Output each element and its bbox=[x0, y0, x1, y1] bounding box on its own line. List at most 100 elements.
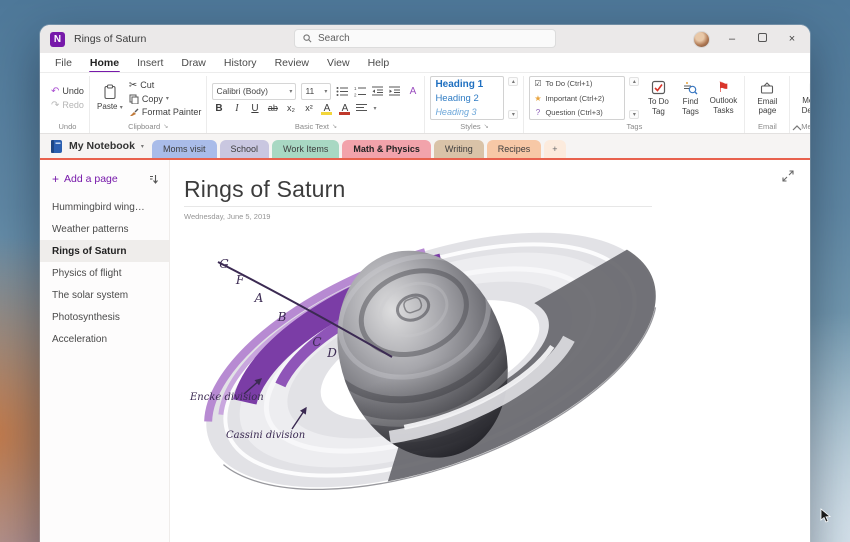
search-input[interactable]: Search bbox=[294, 29, 556, 48]
tags-scroll-down[interactable]: ▾ bbox=[629, 110, 639, 119]
menu-help[interactable]: Help bbox=[367, 55, 391, 71]
styles-scroll-up[interactable]: ▴ bbox=[508, 77, 518, 86]
page-canvas[interactable]: Rings of Saturn Wednesday, June 5, 2019 bbox=[170, 160, 810, 542]
subscript-button[interactable]: x₂ bbox=[284, 103, 297, 113]
email-group-label: Email bbox=[750, 120, 784, 133]
style-heading3[interactable]: Heading 3 bbox=[435, 107, 499, 117]
todo-tag-button[interactable]: To Do Tag bbox=[643, 79, 673, 116]
bold-button[interactable]: B bbox=[212, 103, 225, 114]
section-tab-math-physics[interactable]: Math & Physics bbox=[342, 140, 431, 158]
tag-important[interactable]: ★Important (Ctrl+2) bbox=[533, 94, 621, 103]
ring-label-f: F bbox=[235, 273, 245, 287]
format-painter-button[interactable]: Format Painter bbox=[129, 107, 202, 117]
find-tags-button[interactable]: Find Tags bbox=[677, 79, 703, 116]
menu-draw[interactable]: Draw bbox=[180, 55, 207, 71]
page-item[interactable]: Physics of flight bbox=[40, 262, 169, 284]
email-page-button[interactable]: Email page bbox=[750, 80, 784, 116]
add-section-button[interactable]: + bbox=[544, 140, 565, 158]
find-tags-icon bbox=[683, 80, 698, 95]
menu-home[interactable]: Home bbox=[89, 55, 120, 71]
expand-icon bbox=[782, 170, 794, 182]
ring-label-c: C bbox=[312, 335, 321, 349]
page-item[interactable]: Hummingbird wing… bbox=[40, 196, 169, 218]
ribbon-group-clipboard: Paste ▾ ✂Cut Copy▾ Format Painter Clipbo… bbox=[90, 76, 208, 133]
ring-label-a: A bbox=[254, 291, 264, 305]
account-avatar[interactable] bbox=[693, 31, 710, 48]
tags-scroll-up[interactable]: ▴ bbox=[629, 77, 639, 86]
maximize-icon bbox=[758, 33, 767, 42]
svg-text:1: 1 bbox=[354, 86, 357, 91]
menu-history[interactable]: History bbox=[223, 55, 258, 71]
copy-button[interactable]: Copy▾ bbox=[129, 94, 202, 104]
notebook-bar: My Notebook ▾ Moms visit School Work Ite… bbox=[40, 134, 810, 158]
paste-button[interactable]: Paste ▾ bbox=[95, 83, 125, 113]
sort-pages-button[interactable] bbox=[149, 174, 159, 184]
title-divider bbox=[184, 206, 652, 207]
styles-scroll-down[interactable]: ▾ bbox=[508, 110, 518, 119]
menu-review[interactable]: Review bbox=[274, 55, 310, 71]
italic-button[interactable]: I bbox=[230, 103, 243, 114]
font-color-button[interactable]: A bbox=[338, 103, 351, 114]
strikethrough-button[interactable]: ab bbox=[266, 103, 279, 113]
collapse-ribbon-button[interactable] bbox=[792, 125, 802, 131]
styles-gallery[interactable]: Heading 1 Heading 2 Heading 3 bbox=[430, 76, 504, 120]
basic-text-dialog-launcher[interactable]: ↘ bbox=[332, 123, 337, 130]
align-icon[interactable] bbox=[356, 103, 368, 113]
section-tab-moms-visit[interactable]: Moms visit bbox=[152, 140, 217, 158]
close-button[interactable]: × bbox=[784, 33, 800, 45]
encke-division-label: Encke division bbox=[189, 392, 264, 403]
svg-text:2: 2 bbox=[354, 92, 357, 97]
clear-formatting-button[interactable]: A bbox=[406, 86, 419, 97]
menu-file[interactable]: File bbox=[54, 55, 73, 71]
font-name-select[interactable]: Calibri (Body)▾ bbox=[212, 83, 296, 100]
numbered-list-icon[interactable]: 12 bbox=[354, 86, 367, 97]
superscript-button[interactable]: x² bbox=[302, 103, 315, 113]
undo-button[interactable]: ↶Undo bbox=[51, 86, 84, 97]
add-page-button[interactable]: + Add a page bbox=[40, 168, 169, 196]
plus-icon: + bbox=[52, 172, 59, 186]
underline-button[interactable]: U bbox=[248, 103, 261, 114]
bullet-list-icon[interactable] bbox=[336, 86, 349, 97]
styles-dialog-launcher[interactable]: ↘ bbox=[484, 123, 489, 130]
section-tab-writing[interactable]: Writing bbox=[434, 140, 484, 158]
onenote-logo-icon: N bbox=[50, 32, 65, 47]
section-tab-work-items[interactable]: Work Items bbox=[272, 140, 339, 158]
maximize-button[interactable] bbox=[754, 33, 770, 45]
page-item[interactable]: Weather patterns bbox=[40, 218, 169, 240]
redo-button[interactable]: ↷Redo bbox=[51, 100, 84, 111]
page-title[interactable]: Rings of Saturn bbox=[184, 176, 346, 203]
menu-bar: File Home Insert Draw History Review Vie… bbox=[40, 53, 810, 72]
saturn-rings bbox=[180, 230, 689, 541]
highlight-button[interactable]: A bbox=[320, 103, 333, 114]
tag-todo[interactable]: ☑To Do (Ctrl+1) bbox=[533, 79, 621, 88]
chevron-up-icon bbox=[792, 125, 802, 131]
menu-view[interactable]: View bbox=[326, 55, 351, 71]
page-item[interactable]: Acceleration bbox=[40, 328, 169, 350]
minimize-button[interactable]: – bbox=[724, 33, 740, 45]
ribbon-group-undo: ↶Undo ↷Redo Undo bbox=[46, 76, 90, 133]
undo-group-label: Undo bbox=[51, 120, 84, 133]
clipboard-group-label: Clipboard bbox=[128, 122, 160, 131]
full-page-view-button[interactable] bbox=[782, 170, 794, 182]
outlook-tasks-button[interactable]: ⚑ Outlook Tasks bbox=[707, 80, 739, 115]
notebook-switcher[interactable]: My Notebook ▾ bbox=[50, 134, 152, 158]
section-tab-recipes[interactable]: Recipes bbox=[487, 140, 542, 158]
page-item[interactable]: Photosynthesis bbox=[40, 306, 169, 328]
tags-gallery[interactable]: ☑To Do (Ctrl+1) ★Important (Ctrl+2) ?Que… bbox=[529, 76, 625, 120]
tags-group-label: Tags bbox=[529, 120, 739, 133]
cut-button[interactable]: ✂Cut bbox=[129, 80, 202, 91]
tag-question[interactable]: ?Question (Ctrl+3) bbox=[533, 108, 621, 117]
menu-insert[interactable]: Insert bbox=[136, 55, 164, 71]
style-heading2[interactable]: Heading 2 bbox=[435, 93, 499, 104]
section-tab-school[interactable]: School bbox=[220, 140, 270, 158]
clipboard-dialog-launcher[interactable]: ↘ bbox=[163, 123, 168, 130]
page-item[interactable]: The solar system bbox=[40, 284, 169, 306]
ring-label-b: B bbox=[277, 310, 287, 324]
decrease-indent-icon[interactable] bbox=[372, 86, 384, 96]
page-item-active[interactable]: Rings of Saturn bbox=[40, 240, 169, 262]
style-heading1[interactable]: Heading 1 bbox=[435, 79, 499, 90]
saturn-figure: G F A B C D Encke division Cassini divis… bbox=[180, 230, 810, 542]
font-size-select[interactable]: 11▾ bbox=[301, 83, 331, 100]
increase-indent-icon[interactable] bbox=[389, 86, 401, 96]
meeting-details-button[interactable]: Meeting Details ▾ bbox=[795, 79, 810, 116]
